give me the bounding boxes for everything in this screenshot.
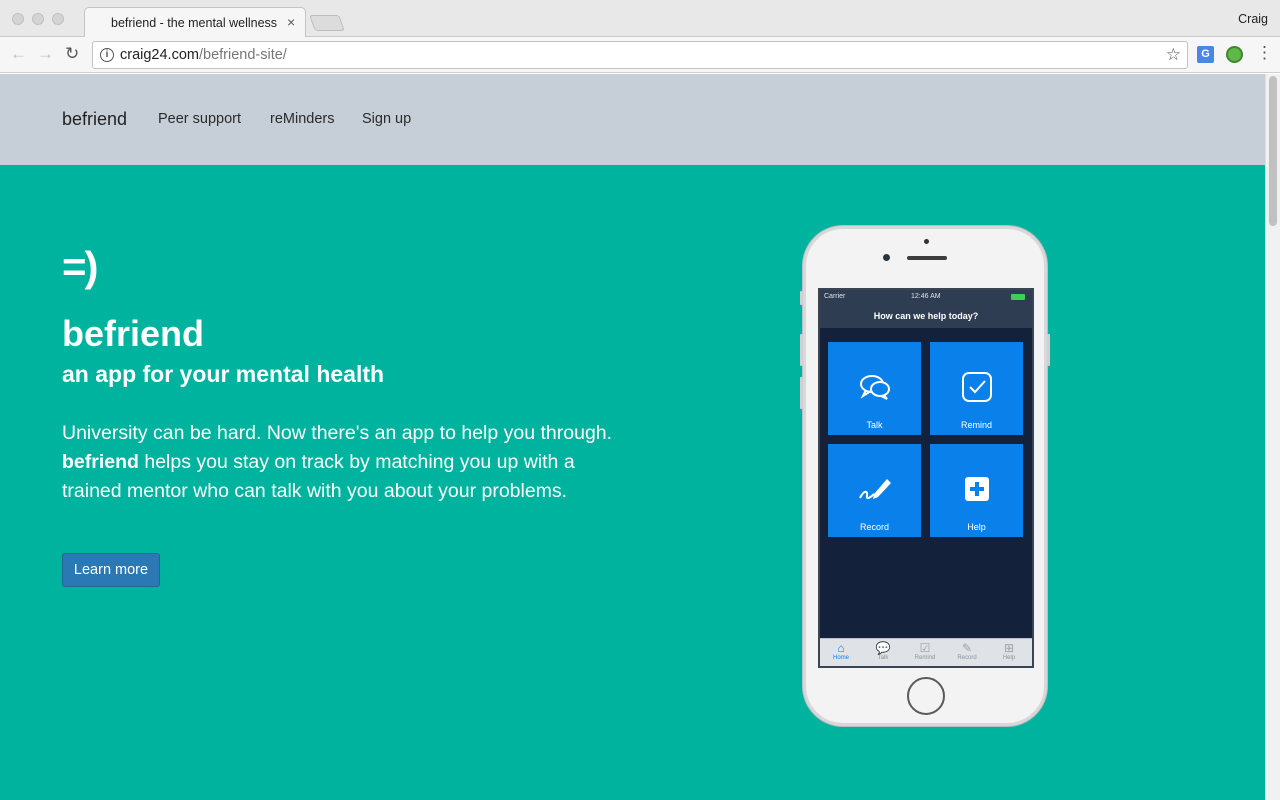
tab-title: befriend - the mental wellness [111,16,278,30]
tabbar-label-remind: Remind [914,655,936,661]
phone-volume-down [800,377,803,409]
hero-subtitle: an app for your mental health [62,361,385,387]
status-time: 12:46 AM [911,293,941,300]
phone-volume-up [800,334,803,366]
phone-camera [883,254,890,261]
phone-mockup: Carrier 12:46 AM How can we help today? … [800,226,1050,726]
browser-tab[interactable]: befriend - the mental wellness × [84,7,306,38]
tabbar-label-record: Record [957,655,977,661]
tile-help[interactable]: Help [930,444,1023,537]
scrollbar-thumb[interactable] [1269,76,1277,226]
page-scrollbar[interactable] [1265,74,1280,800]
hero-body-bold: befriend [62,451,139,473]
phone-speaker [907,256,947,260]
translate-icon[interactable]: G [1197,46,1214,63]
forward-icon[interactable]: → [37,45,54,63]
speech-bubbles-icon [860,375,890,400]
phone-screen: Carrier 12:46 AM How can we help today? … [818,288,1034,668]
tabbar-label-home: Home [832,655,849,661]
speech-bubbles-icon: 💬 [875,641,891,655]
info-icon[interactable]: i [100,48,114,62]
pen-signature-icon: ✎ [961,641,973,655]
tabbar-item-help[interactable]: ⊞ Help [988,641,1030,661]
learn-more-button[interactable]: Learn more [62,553,160,587]
profile-name[interactable]: Craig [1238,12,1268,26]
hero-title: befriend [62,313,205,354]
extension-icon[interactable] [1226,46,1243,63]
maximize-window-button[interactable] [52,13,64,25]
tabbar-item-talk[interactable]: 💬 Talk [862,641,904,661]
plus-box-icon [965,477,989,501]
menu-icon[interactable]: ⋮ [1256,44,1273,62]
home-icon: ⌂ [837,641,845,655]
tabbar-item-home[interactable]: ⌂ Home [820,641,862,661]
address-bar[interactable]: i craig24.com/befriend-site/ ☆ [92,41,1188,69]
nav-link-sign-up[interactable]: Sign up [362,111,411,127]
carrier-label: Carrier [824,293,846,300]
tile-record-label: Record [859,522,889,532]
tabbar-item-remind[interactable]: ☑ Remind [904,641,946,661]
pen-signature-icon [859,479,891,500]
phone-sensor [924,239,929,244]
url-host: craig24.com [120,47,199,63]
tile-talk-label: Talk [866,420,883,430]
app-header: How can we help today? [820,304,1032,328]
tile-record[interactable]: Record [828,444,921,537]
phone-tabbar: ⌂ Home 💬 Talk ☑ Remind ✎ Record ⊞ Help [820,638,1032,666]
nav-link-reminders[interactable]: reMinders [270,111,334,127]
tabbar-label-talk: Talk [877,655,889,661]
phone-mute-switch [800,291,803,305]
browser-toolbar: ← → ↻ i craig24.com/befriend-site/ ☆ G ⋮ [0,37,1280,73]
brand-link[interactable]: befriend [62,109,127,130]
close-window-button[interactable] [12,13,24,25]
tile-help-label: Help [967,522,986,532]
url-text[interactable]: craig24.com/befriend-site/ [120,47,287,63]
browser-titlebar: befriend - the mental wellness × Craig [0,0,1280,38]
status-bar: Carrier 12:46 AM [820,290,1032,304]
url-path: /befriend-site/ [198,47,287,63]
phone-home-button [907,677,945,715]
nav-link-peer-support[interactable]: Peer support [158,111,241,127]
phone-power-button [1047,334,1050,366]
hero-description: University can be hard. Now there's an a… [62,419,622,506]
hero-body-line1: University can be hard. Now there's an a… [62,422,613,444]
bookmark-star-icon[interactable]: ☆ [1166,45,1181,65]
back-icon[interactable]: ← [10,45,27,63]
tabbar-label-help: Help [1002,655,1016,661]
tile-talk[interactable]: Talk [828,342,921,435]
tile-remind-label: Remind [960,420,992,430]
tile-remind[interactable]: Remind [930,342,1023,435]
hero-body-rest: helps you stay on track by matching you … [62,451,575,502]
reload-icon[interactable]: ↻ [65,45,79,63]
minimize-window-button[interactable] [32,13,44,25]
new-tab-button[interactable] [309,15,345,31]
battery-icon [1011,294,1025,300]
checkbox-icon: ☑ [919,641,931,655]
site-navbar: befriend Peer support reMinders Sign up [0,74,1265,165]
checkbox-icon [962,372,992,402]
tabbar-item-record[interactable]: ✎ Record [946,641,988,661]
close-icon[interactable]: × [287,14,295,30]
logo-smiley: =) [62,243,98,290]
plus-box-icon: ⊞ [1003,641,1015,655]
hero-section: =) befriend an app for your mental healt… [0,165,1265,800]
